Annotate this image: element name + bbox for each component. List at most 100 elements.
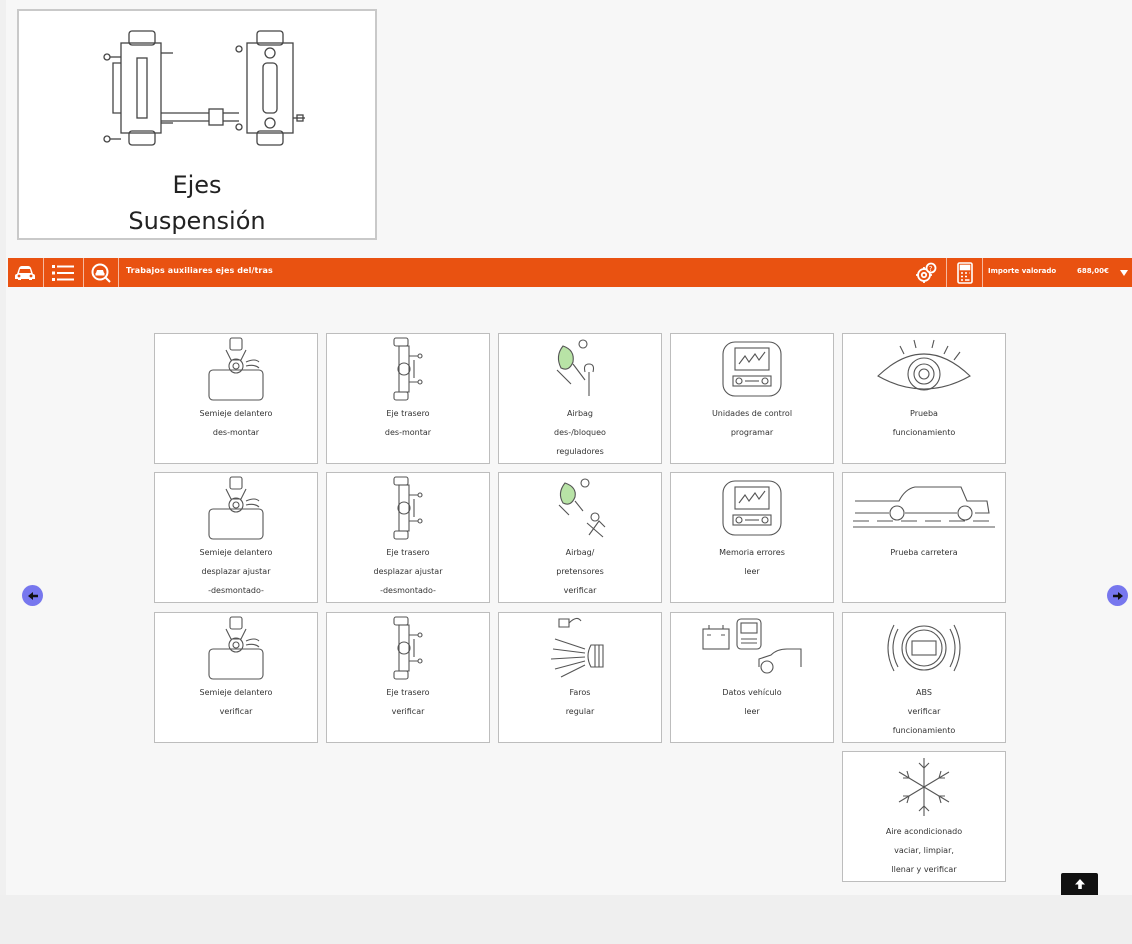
operation-card[interactable]: Unidades de control programar <box>670 333 834 464</box>
operation-card[interactable]: Prueba funcionamiento <box>842 333 1006 464</box>
operation-card-label-line: verificar <box>219 707 253 716</box>
operation-card-label-line: des-/bloqueo <box>554 428 606 437</box>
operation-card[interactable]: ABS verificar funcionamiento <box>842 612 1006 743</box>
axle-chassis-icon <box>103 30 305 146</box>
footer-bar <box>0 895 1132 944</box>
operation-card-label-line: desplazar ajustar <box>201 567 271 576</box>
airbag-wrench-icon <box>556 339 595 396</box>
list-icon[interactable] <box>48 260 78 285</box>
operation-card-label: Datos vehículo leer <box>671 683 833 721</box>
operation-card-label-line: leer <box>744 567 760 576</box>
operation-card-label-line: funcionamiento <box>892 726 956 735</box>
operation-card-label-line: Eje trasero <box>386 409 430 418</box>
operation-card-label: Semieje delantero des-montar <box>155 404 317 442</box>
operation-card[interactable]: Semieje delantero verificar <box>154 612 318 743</box>
calculator-icon[interactable] <box>952 260 978 285</box>
toolbar-title: Trabajos auxiliares ejes del/tras <box>126 266 273 275</box>
car-icon[interactable] <box>12 260 38 285</box>
operation-card-label: Prueba carretera <box>843 543 1005 562</box>
operation-card-label-line: Airbag/ <box>565 548 595 557</box>
operation-card-label-line: Prueba carretera <box>890 548 958 557</box>
operation-card-label-line: Airbag <box>566 409 594 418</box>
operation-card[interactable]: Semieje delantero des-montar <box>154 333 318 464</box>
control-unit-icon <box>722 341 782 397</box>
svg-text:?: ? <box>929 264 933 272</box>
operation-card[interactable]: Faros regular <box>498 612 662 743</box>
operation-card-label-line: funcionamiento <box>892 428 956 437</box>
front-axle-icon <box>208 616 264 680</box>
operation-card-label: Aire acondicionado vaciar, limpiar, llenar… <box>843 822 1005 879</box>
operation-card-label-line: des-montar <box>384 428 432 437</box>
operation-card-label: Memoria errores leer <box>671 543 833 581</box>
operation-card-label-line: pretensores <box>556 567 604 576</box>
chevron-down-icon[interactable] <box>1118 260 1130 285</box>
rear-axle-icon <box>393 476 423 540</box>
operation-card[interactable]: Airbag/pretensores verificar <box>498 472 662 603</box>
operation-card-label-line: Datos vehículo <box>722 688 782 697</box>
operation-card-label-line: verificar <box>907 707 941 716</box>
operation-card-label-line: verificar <box>563 586 597 595</box>
vehicle-data-icon <box>702 618 802 674</box>
operation-card-label: Semieje delantero desplazar ajustar -desmo… <box>155 543 317 600</box>
operation-card-label-line: Eje trasero <box>386 688 430 697</box>
operation-card[interactable]: Eje trasero des-montar <box>326 333 490 464</box>
operation-card-label-line: Faros <box>569 688 591 697</box>
operation-card[interactable]: Semieje delantero desplazar ajustar -desmo… <box>154 472 318 603</box>
operation-card[interactable]: Airbag des-/bloqueo reguladores <box>498 333 662 464</box>
section-title-line2: Suspensión <box>128 207 266 235</box>
operation-card-label-line: regular <box>565 707 595 716</box>
snowflake-icon <box>898 758 950 816</box>
operation-card-label: Semieje delantero verificar <box>155 683 317 721</box>
next-page-button[interactable] <box>1107 585 1128 606</box>
operation-card-label-line: Semieje delantero <box>199 688 273 697</box>
arrow-right-icon <box>1112 591 1123 600</box>
road-test-car-icon <box>853 486 995 528</box>
arrow-up-icon <box>1074 879 1085 889</box>
abs-icon <box>887 624 961 672</box>
valuation-label: Importe valorado <box>988 267 1057 275</box>
operation-card-label-line: Semieje delantero <box>199 409 273 418</box>
operation-card[interactable]: Eje trasero desplazar ajustar -desmontado- <box>326 472 490 603</box>
section-title-line1: Ejes <box>172 171 222 199</box>
operation-card-label-line: programar <box>730 428 774 437</box>
eye-icon <box>877 339 971 391</box>
rear-axle-icon <box>393 337 423 401</box>
front-axle-icon <box>208 337 264 401</box>
headlight-icon <box>550 617 604 678</box>
control-unit-icon <box>722 480 782 536</box>
operation-card-label: Faros regular <box>499 683 661 721</box>
operation-card-label-line: ABS <box>916 688 932 697</box>
axles-suspension-card[interactable]: Ejes Suspensión <box>17 9 377 240</box>
operation-card[interactable]: Eje trasero verificar <box>326 612 490 743</box>
arrow-left-icon <box>27 591 38 600</box>
operation-card-label-line: Prueba <box>910 409 938 418</box>
operation-card[interactable]: Memoria errores leer <box>670 472 834 603</box>
prev-page-button[interactable] <box>22 585 43 606</box>
operation-card-label: Eje trasero des-montar <box>327 404 489 442</box>
operation-card-label-line: desplazar ajustar <box>373 567 443 576</box>
settings-help-icon[interactable]: ? <box>913 260 939 285</box>
operation-card-label-line: leer <box>744 707 760 716</box>
front-axle-icon <box>208 476 264 540</box>
operation-card[interactable]: Aire acondicionado vaciar, limpiar, llenar… <box>842 751 1006 882</box>
operation-card-label-line: Memoria errores <box>719 548 785 557</box>
operation-card-label-line: vaciar, limpiar, <box>894 846 954 855</box>
scroll-top-button[interactable] <box>1061 873 1098 895</box>
operation-card-label-line: llenar y verificar <box>891 865 957 874</box>
operation-card-label-line: verificar <box>391 707 425 716</box>
operation-card-label-line: Eje trasero <box>386 548 430 557</box>
operation-card-label-line: des-montar <box>212 428 260 437</box>
search-car-icon[interactable] <box>88 260 114 285</box>
operation-card-label: Prueba funcionamiento <box>843 404 1005 442</box>
operation-card-label: ABS verificar funcionamiento <box>843 683 1005 740</box>
valuation-amount: 688,00€ <box>1077 267 1109 275</box>
operation-card-label: Eje trasero desplazar ajustar -desmontado- <box>327 543 489 600</box>
operation-card[interactable]: Datos vehículo leer <box>670 612 834 743</box>
toolbar: Trabajos auxiliares ejes del/tras ? Impo… <box>8 258 1132 287</box>
operation-card-label-line: -desmontado- <box>380 586 436 595</box>
operation-card-label-line: Aire acondicionado <box>885 827 963 836</box>
rear-axle-icon <box>393 616 423 680</box>
operation-card[interactable]: Prueba carretera <box>842 472 1006 603</box>
operation-card-label: Airbag/pretensores verificar <box>499 543 661 600</box>
operation-card-label-line: -desmontado- <box>208 586 264 595</box>
